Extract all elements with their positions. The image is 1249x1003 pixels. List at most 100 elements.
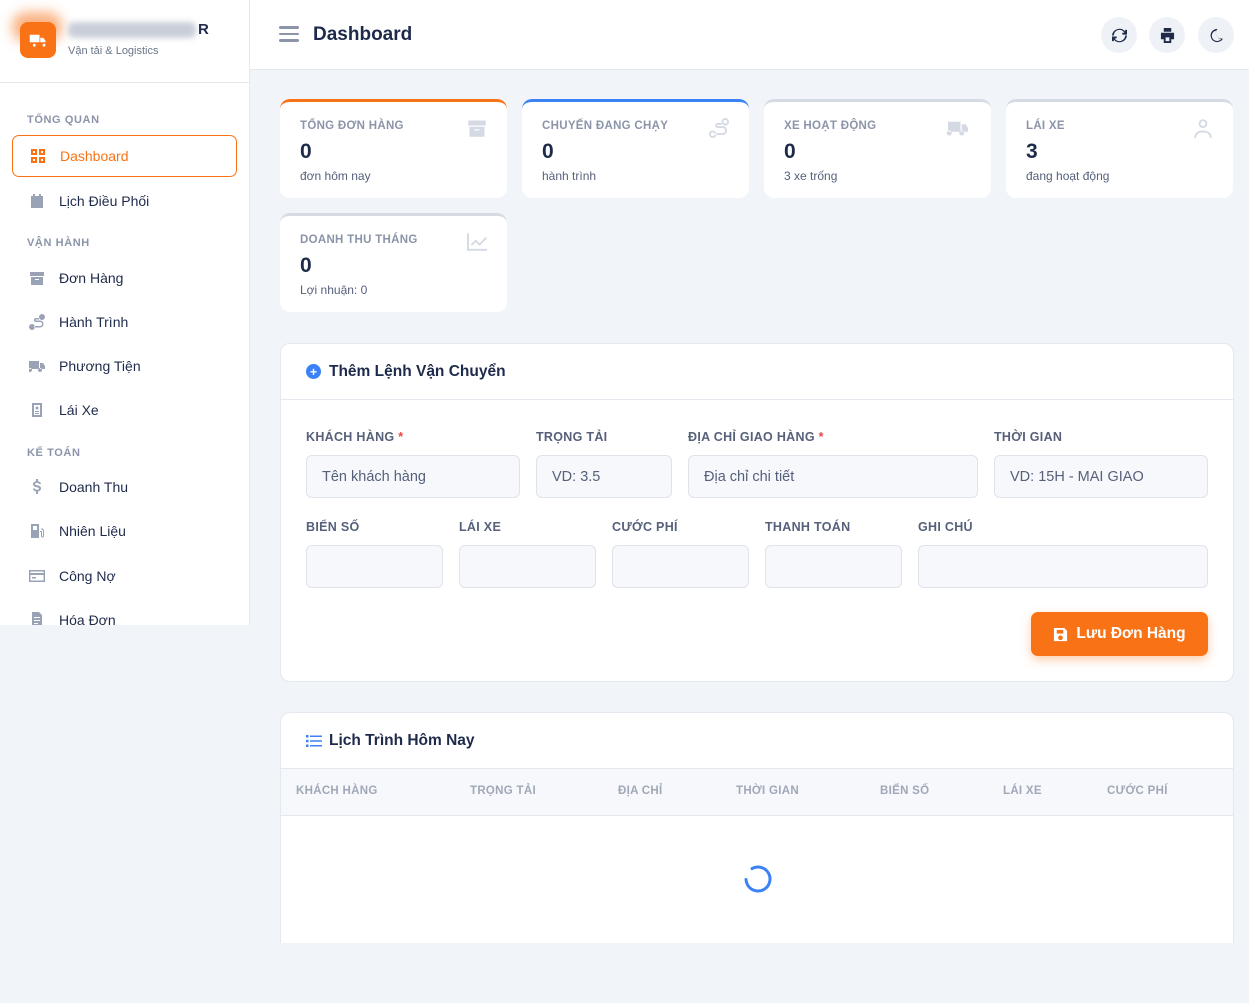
sidebar-item-label: Doanh Thu [59, 479, 129, 495]
calendar-icon [31, 194, 43, 208]
fee-input[interactable] [612, 545, 749, 588]
brand-name-redacted [68, 22, 196, 39]
stat-sub: hành trình [542, 169, 597, 183]
sidebar-item-label: Đơn Hàng [59, 270, 124, 286]
print-button[interactable] [1149, 17, 1185, 53]
label-khach-hang: KHÁCH HÀNG * [306, 430, 404, 444]
schedule-panel: Lịch Trình Hôm Nay KHÁCH HÀNG TRỌNG TẢI … [280, 712, 1234, 943]
panel-title: Thêm Lệnh Vận Chuyển [329, 363, 506, 380]
label-thanh-toan: THANH TOÁN [765, 520, 851, 534]
brand-logo[interactable] [20, 22, 56, 58]
box-icon [468, 120, 486, 137]
id-badge-icon [32, 403, 42, 417]
schedule-title: Lịch Trình Hôm Nay [329, 732, 475, 749]
stat-value: 3 [1026, 140, 1038, 163]
top-header: Dashboard [250, 0, 1249, 70]
sidebar-item-dashboard[interactable]: Dashboard [12, 135, 237, 177]
add-order-panel: + Thêm Lệnh Vận Chuyển KHÁCH HÀNG * TRỌN… [280, 343, 1234, 682]
stat-label: DOANH THU THÁNG [300, 234, 418, 246]
sidebar: R Vận tải & Logistics TỔNG QUAN Dashboar… [0, 0, 250, 625]
label-ghi-chu: GHI CHÚ [918, 520, 973, 534]
sidebar-item-label: Nhiên Liệu [59, 523, 126, 539]
stat-card-orders: TỔNG ĐƠN HÀNG 0 đơn hôm nay [280, 99, 507, 198]
stat-card-drivers: LÁI XE 3 đang hoạt động [1006, 99, 1233, 198]
sidebar-item-label: Phương Tiện [59, 358, 141, 374]
chart-line-icon [467, 233, 487, 251]
stat-card-trips: CHUYẾN ĐANG CHẠY 0 hành trình [522, 99, 749, 198]
sidebar-item-label: Dashboard [60, 148, 129, 164]
stat-value: 0 [300, 140, 312, 163]
column-header[interactable]: TRỌNG TẢI [470, 785, 536, 797]
section-tong-quan: TỔNG QUAN [27, 114, 100, 126]
sidebar-item-phuong-tien[interactable]: Phương Tiện [12, 345, 237, 387]
column-header[interactable]: THỜI GIAN [736, 785, 799, 797]
floppy-disk-icon [1054, 627, 1068, 641]
section-van-hanh: VẬN HÀNH [27, 237, 90, 249]
stat-sub: đang hoạt động [1026, 169, 1110, 183]
label-trong-tai: TRỌNG TẢI [536, 430, 608, 444]
stat-label: XE HOẠT ĐỘNG [784, 120, 877, 132]
label-bien-so: BIỂN SỐ [306, 520, 360, 534]
user-icon [1194, 119, 1212, 138]
save-order-button[interactable]: Lưu Đơn Hàng [1031, 612, 1208, 656]
dark-mode-button[interactable] [1198, 17, 1234, 53]
stat-value: 0 [300, 254, 312, 277]
stat-sub: Lợi nhuận: 0 [300, 283, 368, 297]
plus-circle-icon: + [306, 364, 321, 379]
stat-label: TỔNG ĐƠN HÀNG [300, 120, 404, 132]
truck-icon [29, 361, 45, 373]
label-lai-xe: LÁI XE [459, 520, 502, 534]
stat-sub: 3 xe trống [784, 169, 838, 183]
sidebar-item-doanh-thu[interactable]: Doanh Thu [12, 466, 237, 508]
invoice-icon [32, 612, 42, 625]
stat-label: LÁI XE [1026, 120, 1065, 132]
column-header[interactable]: CƯỚC PHÍ [1107, 785, 1168, 797]
fuel-icon [31, 524, 44, 538]
print-icon [1160, 27, 1174, 43]
column-header[interactable]: LÁI XE [1003, 785, 1042, 797]
brand-name: R [68, 21, 210, 39]
refresh-button[interactable] [1101, 17, 1137, 53]
address-input[interactable]: Địa chỉ chi tiết [688, 455, 978, 498]
section-ke-toan: KẾ TOÁN [27, 447, 81, 459]
column-header[interactable]: ĐỊA CHỈ [618, 785, 662, 797]
stat-card-vehicles: XE HOẠT ĐỘNG 0 3 xe trống [764, 99, 991, 198]
sidebar-item-cong-no[interactable]: Công Nợ [12, 555, 237, 597]
refresh-icon [1111, 28, 1127, 42]
grid-icon [31, 149, 45, 163]
customer-input[interactable]: Tên khách hàng [306, 455, 520, 498]
truck-icon [29, 34, 46, 47]
save-order-label: Lưu Đơn Hàng [1076, 625, 1186, 642]
dollar-icon [33, 479, 41, 494]
sidebar-item-label: Hành Trình [59, 314, 129, 330]
column-header[interactable]: KHÁCH HÀNG [296, 785, 378, 797]
route-icon [709, 118, 729, 138]
sidebar-item-nhien-lieu[interactable]: Nhiên Liệu [12, 510, 237, 552]
plate-input[interactable] [306, 545, 443, 588]
route-icon [29, 314, 45, 330]
menu-toggle-icon[interactable] [279, 26, 299, 42]
brand-subtitle: Vận tải & Logistics [68, 45, 159, 57]
sidebar-item-don-hang[interactable]: Đơn Hàng [12, 257, 237, 299]
label-thoi-gian: THỜI GIAN [994, 430, 1063, 444]
list-icon [306, 735, 322, 747]
label-dia-chi: ĐỊA CHỈ GIAO HÀNG * [688, 430, 824, 444]
sidebar-item-label: Công Nợ [59, 568, 116, 584]
weight-input[interactable]: VD: 3.5 [536, 455, 672, 498]
column-header[interactable]: BIỂN SỐ [880, 785, 929, 797]
sidebar-item-label: Lịch Điều Phối [59, 193, 150, 209]
sidebar-item-lich-dieu-phoi[interactable]: Lịch Điều Phối [12, 180, 237, 222]
stat-value: 0 [542, 140, 554, 163]
sidebar-item-hoa-don[interactable]: Hóa Đơn [12, 599, 237, 625]
driver-input[interactable] [459, 545, 596, 588]
stat-card-revenue: DOANH THU THÁNG 0 Lợi nhuận: 0 [280, 213, 507, 312]
sidebar-item-hanh-trinh[interactable]: Hành Trình [12, 301, 237, 343]
time-input[interactable]: VD: 15H - MAI GIAO [994, 455, 1208, 498]
sidebar-item-lai-xe[interactable]: Lái Xe [12, 389, 237, 431]
sidebar-item-label: Lái Xe [59, 402, 99, 418]
brand-name-suffix: R [198, 21, 210, 38]
payment-input[interactable] [765, 545, 902, 588]
box-icon [30, 272, 44, 285]
truck-icon [946, 121, 968, 136]
note-input[interactable] [918, 545, 1208, 588]
